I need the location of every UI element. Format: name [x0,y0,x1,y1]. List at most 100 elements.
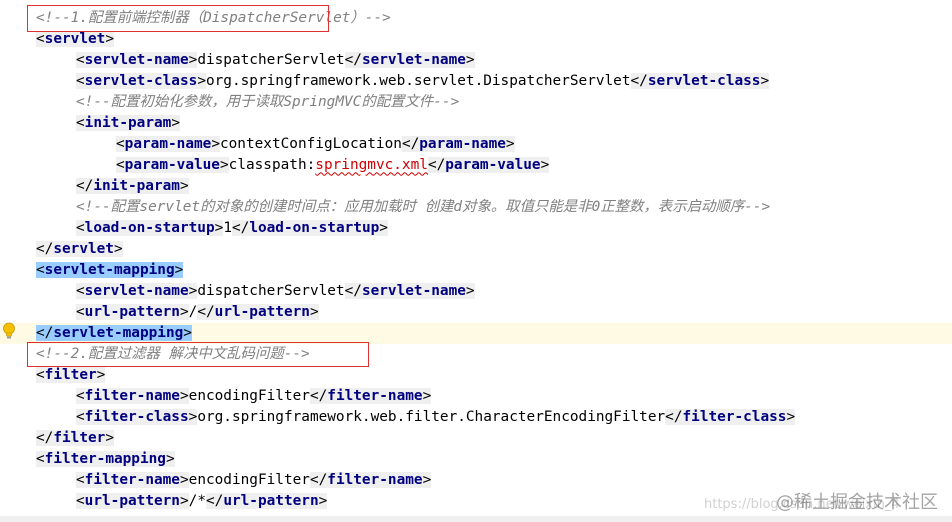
code-line-content: </init-param> [76,176,189,197]
code-line[interactable]: <servlet-name>dispatcherServlet</servlet… [0,50,952,71]
tag-bracket: </ [344,282,362,299]
code-line[interactable]: <url-pattern>/</url-pattern> [0,302,952,323]
tag-name: filter-name [84,471,180,488]
tag-name: servlet-name [84,282,189,299]
lightbulb-icon[interactable] [2,322,16,340]
tag-bracket: < [76,219,85,236]
tag-name: url-pattern [84,303,180,320]
code-line-content: <servlet-name>dispatcherServlet</servlet… [76,50,475,71]
text-value: classpath: [228,156,316,173]
code-line[interactable]: <param-name>contextConfigLocation</param… [0,134,952,155]
tag-bracket: </ [401,135,420,152]
tag-bracket: > [465,51,475,68]
tag-bracket: > [465,282,475,299]
text-value: contextConfigLocation [219,135,402,152]
text-value: 1 [223,219,232,236]
tag-bracket: > [211,135,220,152]
text-value: org.springframework.web.servlet.Dispatch… [205,72,631,89]
code-line[interactable]: </servlet-mapping> [0,322,952,344]
tag-bracket: > [105,30,114,47]
code-line-content: <!--配置初始化参数，用于读取SpringMVC的配置文件--> [76,92,459,113]
code-line[interactable]: </servlet> [0,239,952,260]
code-line[interactable]: </init-param> [0,176,952,197]
code-line-content: <servlet-class>org.springframework.web.s… [76,71,770,92]
tag-name: load-on-startup [84,219,215,236]
tag-bracket: < [76,282,85,299]
code-line[interactable]: </filter> [0,428,952,449]
tag-bracket: </ [231,219,250,236]
code-line-content: <param-value>classpath:springmvc.xml</pa… [116,155,550,176]
tag-bracket: </ [205,492,224,509]
tag-bracket: < [116,135,125,152]
tag-bracket: > [183,324,192,341]
tag-name: url-pattern [223,492,319,509]
tag-bracket: > [179,303,189,320]
code-line[interactable]: <!--配置servlet的对象的创建时间点：应用加载时 创建d对象。取值只能是… [0,197,952,218]
tag-name: servlet-name [361,282,466,299]
tag-bracket: > [379,219,388,236]
tag-bracket: > [188,282,198,299]
code-line[interactable]: <init-param> [0,113,952,134]
code-line[interactable]: <param-value>classpath:springmvc.xml</pa… [0,155,952,176]
tag-bracket: > [179,492,189,509]
tag-name: load-on-startup [249,219,380,236]
code-line-content: </filter> [36,428,114,449]
tag-bracket: > [188,408,198,425]
tag-bracket: > [174,261,184,278]
tag-name: param-value [124,156,220,173]
tag-name: servlet-class [84,72,198,89]
tag-name: filter-name [327,471,423,488]
code-line-content: <param-name>contextConfigLocation</param… [116,134,515,155]
tag-name: filter [44,366,97,383]
code-line[interactable]: <servlet-name>dispatcherServlet</servlet… [0,281,952,302]
tag-bracket: </ [36,429,54,446]
code-line[interactable]: <filter-class>org.springframework.web.fi… [0,407,952,428]
tag-bracket: < [116,156,125,173]
code-line-content: <init-param> [76,113,180,134]
code-line-content: <filter-name>encodingFilter</filter-name… [76,470,432,491]
tag-bracket: > [219,156,229,173]
code-line[interactable]: <servlet-mapping> [0,260,952,281]
tag-name: filter [53,429,106,446]
tag-name: servlet [44,30,106,47]
code-line[interactable]: <load-on-startup>1</load-on-startup> [0,218,952,239]
tag-name: servlet-class [647,72,761,89]
code-line[interactable]: <!--配置初始化参数，用于读取SpringMVC的配置文件--> [0,92,952,113]
code-line-content: <servlet-name>dispatcherServlet</servlet… [76,281,475,302]
tag-name: servlet [53,240,114,257]
tag-bracket: > [422,471,432,488]
tag-bracket: < [76,51,85,68]
xml-comment: <!--配置初始化参数，用于读取SpringMVC的配置文件--> [76,93,460,110]
tag-name: filter-class [682,408,787,425]
tag-name: init-param [93,177,180,194]
tag-bracket: </ [344,51,362,68]
tag-bracket: > [197,72,206,89]
tag-bracket: </ [630,72,648,89]
tag-name: url-pattern [84,492,180,509]
code-line-content: <url-pattern>/</url-pattern> [76,302,319,323]
tag-name: servlet-mapping [53,324,184,341]
text-value: /* [188,492,206,509]
tag-name: url-pattern [214,303,310,320]
code-editor[interactable]: <!--1.配置前端控制器（DispatcherServlet）--> <serv… [0,0,952,522]
tag-bracket: </ [665,408,683,425]
code-line-content: <load-on-startup>1</load-on-startup> [76,218,388,239]
annotation-box-1 [27,5,329,32]
tag-name: init-param [84,114,172,131]
horizontal-scrollbar[interactable] [0,516,952,522]
code-line-content: </servlet> [36,239,123,260]
code-line-content: <!--配置servlet的对象的创建时间点：应用加载时 创建d对象。取值只能是… [76,197,770,218]
code-line[interactable]: <filter-name>encodingFilter</filter-name… [0,386,952,407]
annotation-box-2 [27,342,369,367]
tag-name: filter-name [327,387,423,404]
tag-bracket: > [214,219,224,236]
code-line[interactable]: <filter> [0,365,952,386]
tag-name: param-name [124,135,212,152]
code-line-content: <url-pattern>/*</url-pattern> [76,491,328,512]
tag-bracket: > [105,429,114,446]
tag-bracket: </ [76,177,94,194]
code-line-content: <servlet-mapping> [36,260,184,281]
code-line[interactable]: <servlet-class>org.springframework.web.s… [0,71,952,92]
text-value: dispatcherServlet [197,282,345,299]
code-line[interactable]: <filter-mapping> [0,449,952,470]
